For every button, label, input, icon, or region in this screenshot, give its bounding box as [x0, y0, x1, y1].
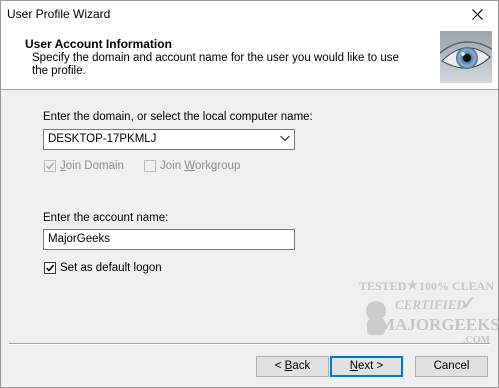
- next-button[interactable]: Next >: [330, 356, 403, 377]
- window-title: User Profile Wizard: [7, 7, 111, 21]
- watermark-clean: 100% CLEAN: [419, 279, 495, 293]
- back-button[interactable]: < Back: [256, 356, 329, 377]
- default-logon-box[interactable]: [44, 262, 56, 274]
- domain-value: DESKTOP-17PKMLJ: [48, 133, 157, 145]
- watermark-mascot-icon: [366, 301, 386, 335]
- join-domain-box[interactable]: [44, 160, 56, 172]
- watermark-check-icon: ✓: [461, 293, 477, 313]
- default-logon-checkbox[interactable]: Set as default logon: [44, 262, 162, 274]
- join-workgroup-checkbox[interactable]: Join Workgroup: [144, 160, 240, 172]
- wizard-window: User Profile Wizard User Account Informa…: [0, 0, 499, 388]
- join-workgroup-box[interactable]: [144, 160, 156, 172]
- header-description: Specify the domain and account name for …: [32, 52, 399, 77]
- watermark-star-icon: ★: [407, 278, 418, 292]
- join-domain-checkbox[interactable]: Join Domain: [44, 160, 124, 172]
- eye-icon: [440, 31, 492, 83]
- account-label: Enter the account name:: [43, 212, 169, 224]
- footer-separator: [9, 343, 490, 345]
- title-bar[interactable]: User Profile Wizard: [1, 1, 498, 27]
- watermark-majorgeeks: MAJORGEEKS: [379, 315, 499, 334]
- checkmark-icon: [45, 264, 55, 272]
- join-domain-label: Join Domain: [60, 160, 124, 172]
- cancel-button[interactable]: Cancel: [415, 356, 488, 377]
- account-name-input[interactable]: [48, 233, 288, 245]
- wizard-header: User Account Information Specify the dom…: [1, 27, 498, 90]
- domain-combobox[interactable]: DESKTOP-17PKMLJ: [43, 129, 295, 150]
- account-name-field[interactable]: [43, 229, 295, 250]
- close-icon: [471, 8, 483, 20]
- header-title: User Account Information: [25, 37, 172, 51]
- chevron-down-icon[interactable]: [280, 135, 290, 142]
- join-workgroup-label: Join Workgroup: [160, 160, 241, 172]
- close-button[interactable]: [456, 1, 498, 27]
- default-logon-label: Set as default logon: [60, 262, 162, 274]
- majorgeeks-watermark: TESTED ★ 100% CLEAN CERTIFIED ✓ MAJORGEE…: [357, 278, 499, 359]
- watermark-certified: CERTIFIED: [395, 297, 466, 312]
- watermark-tested: TESTED: [359, 279, 407, 293]
- checkmark-icon: [45, 162, 55, 170]
- domain-label: Enter the domain, or select the local co…: [43, 111, 313, 123]
